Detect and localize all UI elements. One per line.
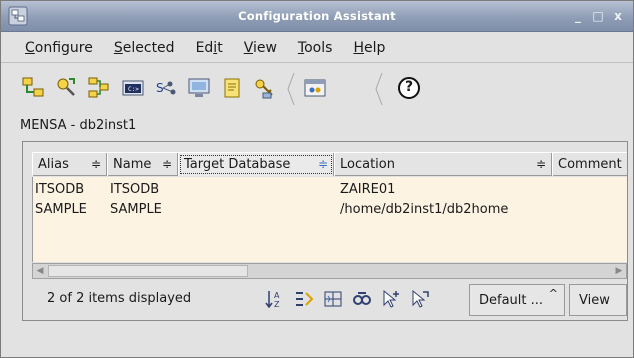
view-button[interactable]: View: [569, 284, 627, 316]
view-select-value: Default ...: [479, 293, 544, 308]
status-bar: 2 of 2 items displayed AZ Default ... ^ …: [32, 280, 627, 318]
toolbar: C:> S ?: [1, 65, 633, 113]
close-button[interactable]: x: [611, 8, 625, 24]
menu-help[interactable]: Help: [349, 38, 389, 58]
menu-tools[interactable]: Tools: [294, 38, 337, 58]
table-row[interactable]: ITSODB ITSODB ZAIRE01: [33, 180, 628, 200]
items-displayed-count: 2 of 2 items displayed: [47, 291, 192, 306]
database-list-panel: Alias ≑ Name ≑ Target Database ≑ Locatio…: [22, 141, 628, 321]
customize-columns-icon[interactable]: [322, 288, 344, 310]
svg-text:C:>: C:>: [128, 86, 139, 93]
cell-location: ZAIRE01: [340, 182, 396, 197]
cell-name: ITSODB: [110, 182, 160, 197]
minimize-button[interactable]: _: [571, 8, 585, 24]
control-center-icon[interactable]: [186, 75, 212, 101]
cell-alias: ITSODB: [35, 182, 85, 197]
chevron-up-icon[interactable]: ^: [549, 287, 558, 300]
maximize-button[interactable]: □: [591, 8, 605, 24]
command-editor-icon[interactable]: [302, 75, 328, 101]
import-icon[interactable]: [86, 75, 112, 101]
configuration-assistant-window: Configuration Assistant _ □ x Configure …: [0, 0, 634, 358]
toolbar-separator: [286, 71, 296, 107]
select-all-icon[interactable]: [380, 288, 402, 310]
menu-edit[interactable]: Edit: [192, 38, 227, 58]
cell-location: /home/db2inst1/db2home: [340, 202, 509, 217]
scroll-right-icon[interactable]: ▶: [612, 264, 626, 278]
table-header: Alias ≑ Name ≑ Target Database ≑ Locatio…: [32, 152, 627, 176]
table-body[interactable]: ITSODB ITSODB ZAIRE01 SAMPLE SAMPLE /hom…: [32, 177, 627, 262]
menu-bar: Configure Selected Edit View Tools Help: [1, 33, 633, 63]
menu-selected[interactable]: Selected: [110, 38, 179, 58]
sort-icon[interactable]: ≑: [318, 153, 328, 176]
sort-icon[interactable]: ≑: [536, 153, 546, 176]
svg-text:A: A: [274, 291, 280, 300]
menu-view[interactable]: View: [240, 38, 281, 58]
column-target-database[interactable]: Target Database ≑: [178, 153, 334, 176]
sort-icon[interactable]: ≑: [162, 153, 172, 176]
deselect-all-icon[interactable]: [409, 288, 431, 310]
cell-alias: SAMPLE: [35, 202, 87, 217]
journal-icon[interactable]: [219, 75, 245, 101]
sort-icon[interactable]: ≑: [91, 153, 101, 176]
scrollbar-thumb[interactable]: [48, 265, 248, 277]
column-name[interactable]: Name ≑: [107, 153, 178, 176]
table-row[interactable]: SAMPLE SAMPLE /home/db2inst1/db2home: [33, 200, 628, 220]
view-select[interactable]: Default ... ^: [469, 284, 565, 316]
column-location[interactable]: Location ≑: [334, 153, 552, 176]
cell-name: SAMPLE: [110, 202, 162, 217]
discover-icon[interactable]: [54, 75, 80, 101]
network-icon[interactable]: S: [153, 75, 179, 101]
filter-icon[interactable]: [293, 288, 315, 310]
horizontal-scrollbar[interactable]: ◀ ▶: [32, 263, 627, 279]
find-icon[interactable]: [351, 288, 373, 310]
help-icon[interactable]: ?: [396, 75, 422, 101]
command-window-icon[interactable]: C:>: [120, 75, 146, 101]
add-database-icon[interactable]: [21, 75, 47, 101]
svg-text:Z: Z: [274, 300, 280, 309]
column-comment[interactable]: Comment: [552, 153, 627, 176]
toolbar-separator: [374, 71, 384, 107]
column-alias[interactable]: Alias ≑: [32, 153, 107, 176]
help-glyph: ?: [404, 79, 414, 95]
context-label: MENSA - db2inst1: [20, 118, 137, 133]
menu-configure[interactable]: Configure: [21, 38, 97, 58]
sort-icon[interactable]: AZ: [264, 288, 286, 310]
title-bar[interactable]: Configuration Assistant _ □ x: [1, 1, 633, 32]
window-title: Configuration Assistant: [238, 9, 396, 23]
scroll-left-icon[interactable]: ◀: [33, 264, 47, 278]
license-icon[interactable]: [251, 75, 277, 101]
svg-text:S: S: [156, 81, 164, 95]
